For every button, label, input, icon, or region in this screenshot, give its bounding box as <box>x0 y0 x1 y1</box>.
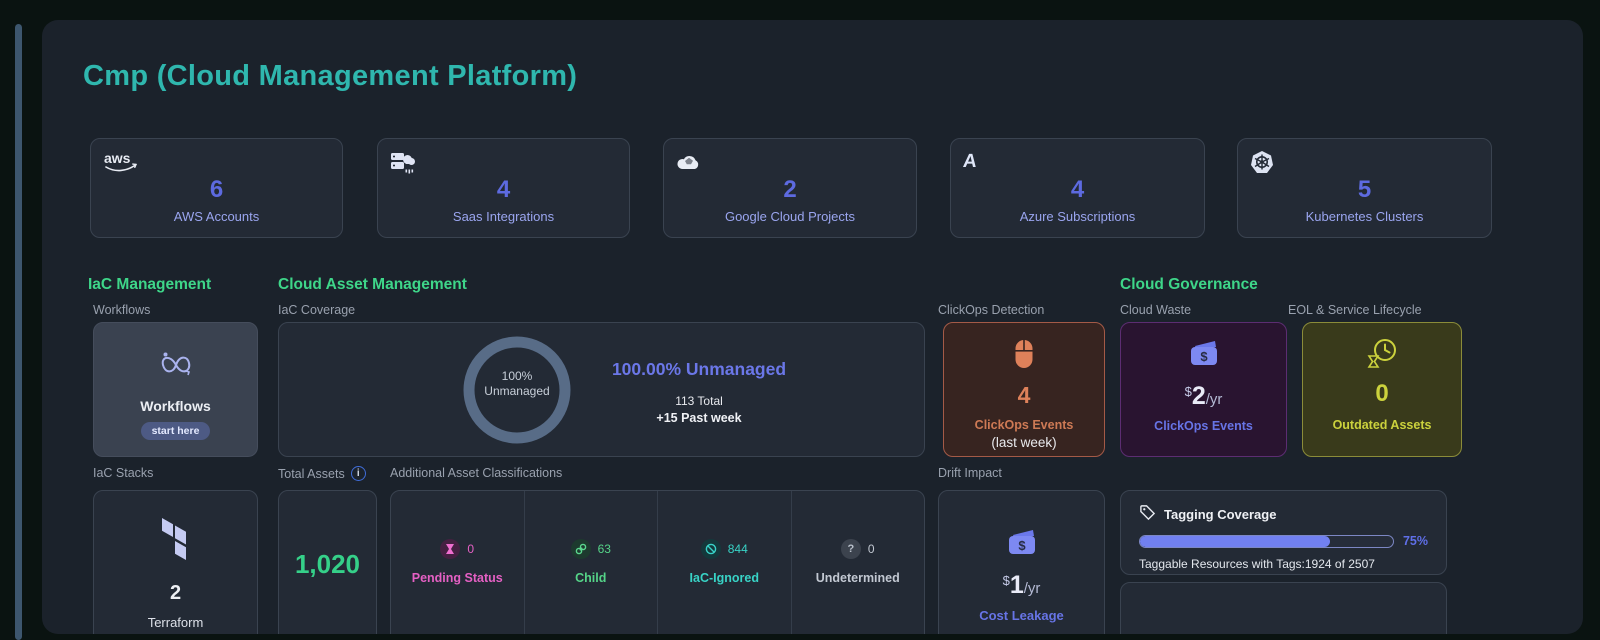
iac-ignored-count: 844 <box>728 542 748 556</box>
label-clickops-detection: ClickOps Detection <box>938 303 1044 317</box>
kubernetes-clusters-label: Kubernetes Clusters <box>1306 209 1424 224</box>
undetermined-count: 0 <box>868 542 875 556</box>
cloud-waste-amount: $2/yr <box>1185 382 1223 411</box>
classification-undetermined[interactable]: ? 0 Undetermined <box>791 491 925 634</box>
iac-stacks-card[interactable]: 2 Terraform <box>93 490 258 634</box>
page-title: Cmp (Cloud Management Platform) <box>83 60 577 93</box>
workflow-icon <box>158 349 194 386</box>
classification-child[interactable]: 63 Child <box>524 491 658 634</box>
child-count: 63 <box>598 542 611 556</box>
iac-coverage-card[interactable]: 100% Unmanaged 100.00% Unmanaged 113 Tot… <box>278 322 925 457</box>
drift-impact-card[interactable]: $ $1/yr Cost Leakage <box>938 490 1105 634</box>
clock-hourglass-icon <box>1365 337 1399 374</box>
label-additional-classifications: Additional Asset Classifications <box>390 466 562 480</box>
drift-caption: Cost Leakage <box>979 608 1064 623</box>
tagging-percent: 75% <box>1403 534 1428 548</box>
kubernetes-icon <box>1250 149 1274 175</box>
aws-accounts-label: AWS Accounts <box>174 209 260 224</box>
section-cloud-asset-management: Cloud Asset Management <box>278 276 467 294</box>
stat-card-kubernetes-clusters[interactable]: 5 Kubernetes Clusters <box>1237 138 1492 238</box>
google-cloud-label: Google Cloud Projects <box>725 209 855 224</box>
label-eol-lifecycle: EOL & Service Lifecycle <box>1288 303 1422 317</box>
tagging-title: Tagging Coverage <box>1164 507 1276 522</box>
label-total-assets: Total Assets i <box>278 466 366 481</box>
undetermined-label: Undetermined <box>816 571 900 585</box>
label-workflows: Workflows <box>93 303 150 317</box>
asset-classifications-card[interactable]: 0 Pending Status 63 Child <box>390 490 925 634</box>
section-iac-management: IaC Management <box>88 276 211 294</box>
question-icon: ? <box>841 539 861 559</box>
azure-subscriptions-label: Azure Subscriptions <box>1020 209 1136 224</box>
clickops-subcaption: (last week) <box>991 435 1056 450</box>
terraform-icon <box>161 517 191 566</box>
aws-accounts-count: 6 <box>210 176 223 204</box>
eol-lifecycle-card[interactable]: 0 Outdated Assets <box>1302 322 1462 457</box>
workflows-card[interactable]: Workflows start here <box>93 322 258 457</box>
donut-center-text: 100% Unmanaged <box>461 369 573 399</box>
workflows-card-title: Workflows <box>140 398 211 414</box>
tagging-progress-bar <box>1139 535 1394 548</box>
dashboard-panel: Cmp (Cloud Management Platform) aws 6 AW… <box>42 20 1583 634</box>
cloud-waste-card[interactable]: $ $2/yr ClickOps Events <box>1120 322 1287 457</box>
svg-text:aws: aws <box>104 150 131 166</box>
child-label: Child <box>575 571 606 585</box>
coverage-summary: 100.00% Unmanaged 113 Total +15 Past wee… <box>579 359 819 425</box>
tagging-progress-fill <box>1140 536 1330 547</box>
label-drift-impact: Drift Impact <box>938 466 1002 480</box>
total-assets-card[interactable]: 1,020 <box>278 490 377 634</box>
iac-ignored-label: IaC-Ignored <box>690 571 759 585</box>
coverage-headline: 100.00% Unmanaged <box>579 359 819 380</box>
total-assets-value: 1,020 <box>295 549 360 634</box>
mouse-icon <box>1011 338 1037 375</box>
coverage-total: 113 Total <box>579 394 819 408</box>
kubernetes-clusters-count: 5 <box>1358 176 1371 204</box>
google-cloud-icon <box>676 149 702 175</box>
classification-iac-ignored[interactable]: 844 IaC-Ignored <box>657 491 791 634</box>
aws-logo-icon: aws <box>103 149 139 175</box>
outdated-assets-caption: Outdated Assets <box>1333 418 1432 432</box>
wallet-icon: $ <box>1187 340 1221 373</box>
clickops-count: 4 <box>1018 382 1031 409</box>
tagging-caption: Taggable Resources with Tags:1924 of 250… <box>1139 557 1428 571</box>
label-iac-coverage: IaC Coverage <box>278 303 355 317</box>
wallet-icon: $ <box>1005 529 1039 562</box>
start-here-badge: start here <box>141 422 211 440</box>
azure-subscriptions-count: 4 <box>1071 176 1084 204</box>
saas-integrations-label: Saas Integrations <box>453 209 554 224</box>
classification-pending-status[interactable]: 0 Pending Status <box>391 491 524 634</box>
info-icon[interactable]: i <box>351 466 366 481</box>
svg-text:$: $ <box>1018 538 1026 553</box>
stat-card-google-cloud[interactable]: 2 Google Cloud Projects <box>663 138 917 238</box>
terraform-count: 2 <box>170 582 181 605</box>
cloud-waste-caption: ClickOps Events <box>1154 419 1253 433</box>
coverage-past-week: +15 Past week <box>579 411 819 425</box>
pending-status-label: Pending Status <box>412 571 503 585</box>
saas-server-cloud-icon <box>390 149 416 175</box>
stat-card-azure-subscriptions[interactable]: A 4 Azure Subscriptions <box>950 138 1205 238</box>
link-icon <box>571 539 591 559</box>
saas-integrations-count: 4 <box>497 176 510 204</box>
stat-card-saas-integrations[interactable]: 4 Saas Integrations <box>377 138 630 238</box>
outdated-assets-count: 0 <box>1375 380 1388 408</box>
google-cloud-count: 2 <box>783 176 796 204</box>
clickops-caption: ClickOps Events <box>975 418 1074 432</box>
ban-icon <box>701 539 721 559</box>
tagging-coverage-card[interactable]: Tagging Coverage 75% Taggable Resources … <box>1120 490 1447 575</box>
page-scrollbar[interactable] <box>15 24 22 640</box>
label-cloud-waste: Cloud Waste <box>1120 303 1191 317</box>
pending-status-count: 0 <box>467 542 474 556</box>
azure-icon: A <box>963 149 977 175</box>
drift-amount: $1/yr <box>1003 571 1041 600</box>
section-cloud-governance: Cloud Governance <box>1120 276 1258 294</box>
label-iac-stacks: IaC Stacks <box>93 466 153 480</box>
clickops-detection-card[interactable]: 4 ClickOps Events (last week) <box>943 322 1105 457</box>
stat-card-aws-accounts[interactable]: aws 6 AWS Accounts <box>90 138 343 238</box>
terraform-caption: Terraform <box>148 615 204 630</box>
loading-spinner-icon <box>1269 628 1297 634</box>
tag-icon <box>1139 504 1156 524</box>
hourglass-icon <box>440 539 460 559</box>
svg-text:$: $ <box>1200 349 1208 364</box>
loading-card <box>1120 582 1447 634</box>
